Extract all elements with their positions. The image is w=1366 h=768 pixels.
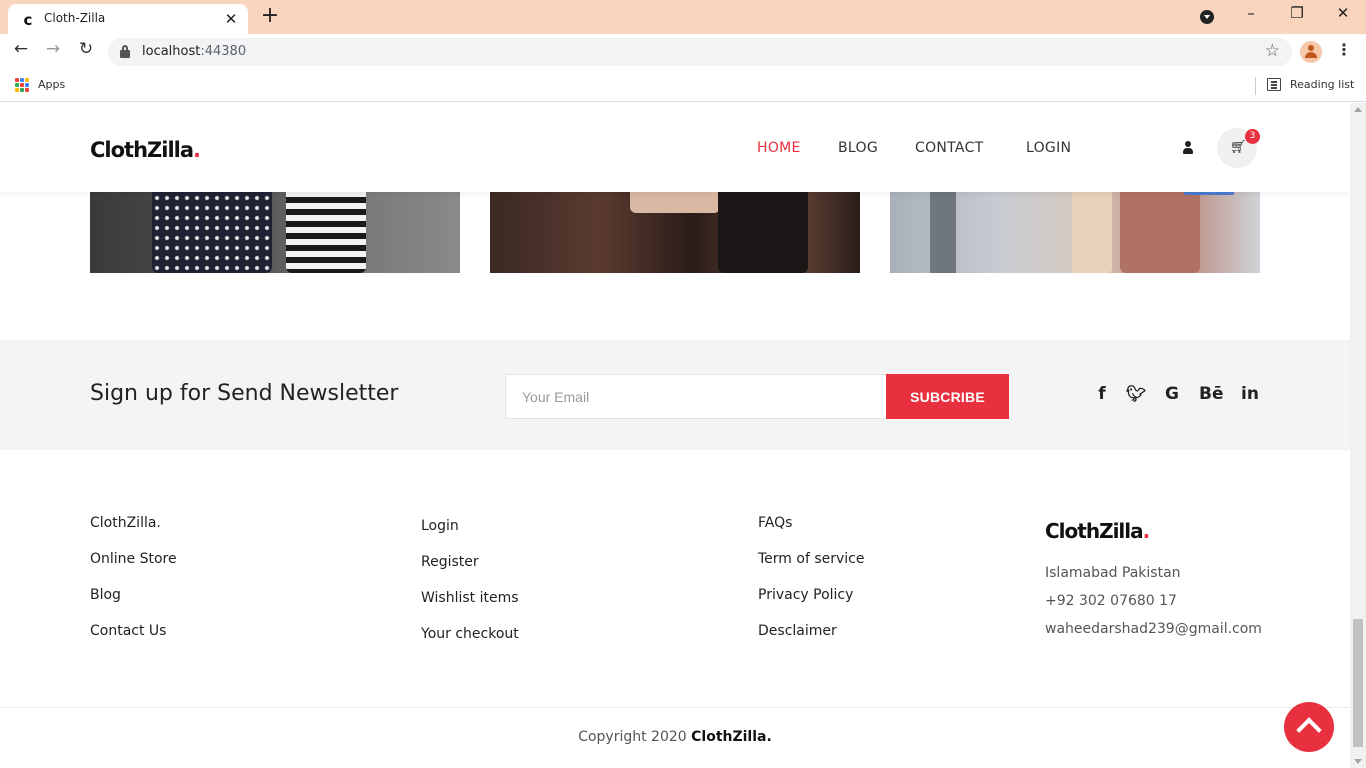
browser-menu-icon[interactable]: ⋮: [1336, 40, 1352, 59]
footer-divider: [0, 707, 1350, 708]
bookmark-star-icon[interactable]: ☆: [1265, 41, 1280, 61]
reading-list-button[interactable]: Reading list: [1290, 78, 1354, 91]
nav-home[interactable]: HOME: [757, 140, 801, 156]
footer-link-register[interactable]: Register: [421, 554, 479, 570]
footer-link-wishlist[interactable]: Wishlist items: [421, 590, 519, 606]
twitter-icon[interactable]: 🐦︎: [1126, 384, 1146, 403]
reload-icon[interactable]: ↻: [73, 39, 99, 65]
nav-contact[interactable]: CONTACT: [915, 140, 984, 156]
footer-link-online-store[interactable]: Online Store: [90, 551, 177, 567]
profile-avatar-icon[interactable]: [1300, 41, 1322, 63]
apps-grid-icon[interactable]: [15, 78, 29, 92]
scroll-to-top-button[interactable]: [1284, 702, 1334, 752]
browser-title-bar: c Cloth-Zilla ✕ + – ❐ ✕: [0, 0, 1366, 34]
newsletter-email-input[interactable]: [505, 374, 887, 419]
facebook-icon[interactable]: f: [1096, 384, 1108, 404]
browser-tab[interactable]: c Cloth-Zilla ✕: [8, 4, 248, 34]
footer-link-disclaimer[interactable]: Desclaimer: [758, 623, 837, 639]
bookmarks-bar: Apps Reading list: [0, 70, 1366, 102]
footer-email[interactable]: waheedarshad239@gmail.com: [1045, 621, 1262, 637]
bookmarks-divider: [1255, 77, 1256, 95]
close-tab-icon[interactable]: ✕: [222, 10, 240, 28]
nav-blog[interactable]: BLOG: [838, 140, 878, 156]
minimize-icon[interactable]: –: [1238, 4, 1264, 30]
user-account-icon[interactable]: [1182, 141, 1194, 155]
site-logo[interactable]: ClothZilla.: [90, 138, 201, 162]
back-arrow-icon[interactable]: ←: [8, 39, 34, 65]
site-header: ClothZilla. HOME BLOG CONTACT LOGIN 🛒︎ 3: [0, 103, 1350, 192]
footer-link-faqs[interactable]: FAQs: [758, 515, 792, 531]
scrollbar-thumb[interactable]: [1353, 619, 1363, 747]
cart-count-badge: 3: [1245, 129, 1260, 144]
behance-icon[interactable]: Bē: [1199, 384, 1224, 404]
footer-logo: ClothZilla.: [1045, 519, 1150, 543]
reading-list-icon[interactable]: [1267, 78, 1281, 91]
shopping-cart-icon: 🛒︎: [1230, 140, 1247, 155]
footer-link-blog[interactable]: Blog: [90, 587, 121, 603]
linkedin-icon[interactable]: in: [1240, 384, 1260, 404]
page-scrollbar[interactable]: [1350, 103, 1366, 768]
tab-title: Cloth-Zilla: [44, 11, 106, 25]
forward-arrow-icon[interactable]: →: [40, 39, 66, 65]
footer-link-clothzilla[interactable]: ClothZilla.: [90, 515, 161, 531]
page-viewport: ClothZilla. HOME BLOG CONTACT LOGIN 🛒︎ 3…: [0, 103, 1350, 768]
scroll-up-arrow-icon[interactable]: [1354, 107, 1362, 112]
restore-icon[interactable]: ❐: [1284, 4, 1310, 30]
footer-link-terms[interactable]: Term of service: [758, 551, 864, 567]
scroll-down-arrow-icon[interactable]: [1354, 759, 1362, 764]
new-tab-icon[interactable]: +: [258, 5, 282, 29]
tab-search-icon[interactable]: [1200, 10, 1214, 24]
url-text[interactable]: localhost:44380: [142, 44, 246, 59]
footer-link-login[interactable]: Login: [421, 518, 459, 534]
subscribe-button[interactable]: SUBCRIBE: [886, 374, 1009, 419]
close-window-icon[interactable]: ✕: [1330, 4, 1356, 30]
nav-login[interactable]: LOGIN: [1026, 140, 1071, 156]
footer-phone: +92 302 07680 17: [1045, 593, 1177, 609]
cart-button[interactable]: 🛒︎ 3: [1217, 128, 1260, 168]
browser-toolbar: ← → ↻ localhost:44380 ☆ ⋮: [0, 34, 1366, 70]
newsletter-title: Sign up for Send Newsletter: [90, 381, 399, 406]
lock-icon[interactable]: [120, 45, 130, 58]
google-icon[interactable]: G: [1163, 384, 1181, 404]
copyright-text: Copyright 2020 ClothZilla.: [578, 729, 772, 745]
apps-shortcut[interactable]: Apps: [38, 78, 65, 91]
footer-link-checkout[interactable]: Your checkout: [421, 626, 519, 642]
footer-link-contact-us[interactable]: Contact Us: [90, 623, 166, 639]
footer-address: Islamabad Pakistan: [1045, 565, 1181, 581]
newsletter-section: Sign up for Send Newsletter SUBCRIBE f 🐦…: [0, 340, 1350, 450]
address-bar[interactable]: localhost:44380 ☆: [108, 38, 1292, 66]
site-favicon-icon: c: [23, 11, 33, 29]
footer-link-privacy[interactable]: Privacy Policy: [758, 587, 853, 603]
